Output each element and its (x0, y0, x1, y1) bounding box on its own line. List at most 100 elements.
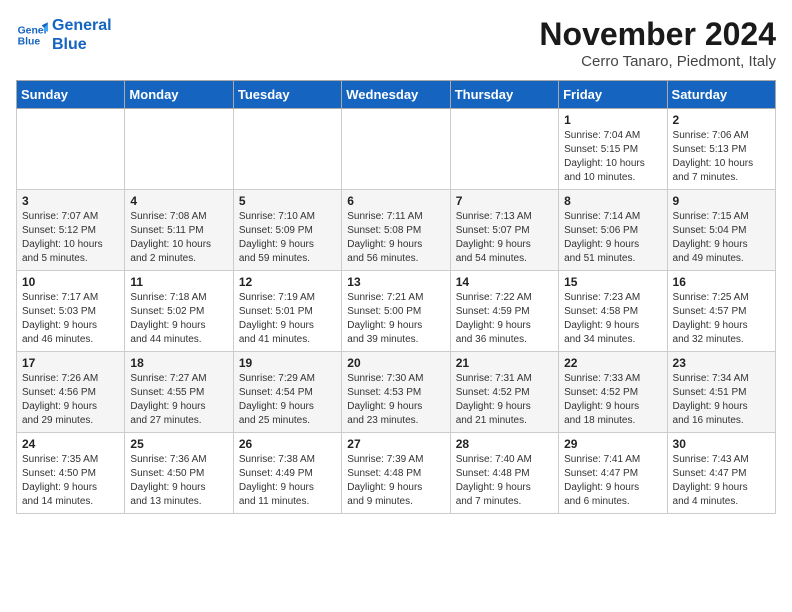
day-detail: Sunrise: 7:11 AM Sunset: 5:08 PM Dayligh… (347, 210, 444, 266)
day-detail: Sunrise: 7:40 AM Sunset: 4:48 PM Dayligh… (456, 453, 553, 509)
day-number: 21 (456, 356, 553, 370)
calendar-cell: 22 Sunrise: 7:33 AM Sunset: 4:52 PM Dayli… (559, 352, 667, 433)
week-row-2: 3 Sunrise: 7:07 AM Sunset: 5:12 PM Daylig… (17, 190, 776, 271)
day-number: 18 (130, 356, 227, 370)
day-number: 17 (22, 356, 119, 370)
calendar-cell: 9Sunrise: 7:15 AM Sunset: 5:04 PM Daylig… (667, 190, 775, 271)
day-detail: Sunrise: 7:34 AM Sunset: 4:51 PM Dayligh… (673, 372, 770, 428)
day-number: 22 (564, 356, 661, 370)
weekday-header-thursday: Thursday (450, 81, 558, 109)
week-row-3: 10 Sunrise: 7:17 AM Sunset: 5:03 PM Dayli… (17, 271, 776, 352)
day-detail: Sunrise: 7:19 AM Sunset: 5:01 PM Dayligh… (239, 291, 336, 347)
calendar-cell (450, 109, 558, 190)
calendar-subtitle: Cerro Tanaro, Piedmont, Italy (539, 53, 776, 70)
calendar-cell: 16 Sunrise: 7:25 AM Sunset: 4:57 PM Dayli… (667, 271, 775, 352)
day-detail: Sunrise: 7:10 AM Sunset: 5:09 PM Dayligh… (239, 210, 336, 266)
day-detail: Sunrise: 7:41 AM Sunset: 4:47 PM Dayligh… (564, 453, 661, 509)
day-detail: Sunrise: 7:14 AM Sunset: 5:06 PM Dayligh… (564, 210, 661, 266)
calendar-cell: 11Sunrise: 7:18 AM Sunset: 5:02 PM Dayli… (125, 271, 233, 352)
day-number: 27 (347, 437, 444, 451)
calendar-cell: 1 Sunrise: 7:04 AM Sunset: 5:15 PM Daylig… (559, 109, 667, 190)
day-detail: Sunrise: 7:04 AM Sunset: 5:15 PM Dayligh… (564, 129, 661, 185)
day-detail: Sunrise: 7:08 AM Sunset: 5:11 PM Dayligh… (130, 210, 227, 266)
calendar-cell: 17Sunrise: 7:26 AM Sunset: 4:56 PM Dayli… (17, 352, 125, 433)
weekday-header-row: SundayMondayTuesdayWednesdayThursdayFrid… (17, 81, 776, 109)
day-detail: Sunrise: 7:31 AM Sunset: 4:52 PM Dayligh… (456, 372, 553, 428)
calendar-cell: 23Sunrise: 7:34 AM Sunset: 4:51 PM Dayli… (667, 352, 775, 433)
day-detail: Sunrise: 7:29 AM Sunset: 4:54 PM Dayligh… (239, 372, 336, 428)
day-number: 5 (239, 194, 336, 208)
day-detail: Sunrise: 7:39 AM Sunset: 4:48 PM Dayligh… (347, 453, 444, 509)
day-number: 29 (564, 437, 661, 451)
calendar-cell: 5 Sunrise: 7:10 AM Sunset: 5:09 PM Daylig… (233, 190, 341, 271)
calendar-cell: 15Sunrise: 7:23 AM Sunset: 4:58 PM Dayli… (559, 271, 667, 352)
calendar-cell: 14 Sunrise: 7:22 AM Sunset: 4:59 PM Dayli… (450, 271, 558, 352)
calendar-cell: 24Sunrise: 7:35 AM Sunset: 4:50 PM Dayli… (17, 433, 125, 514)
svg-text:Blue: Blue (18, 37, 41, 48)
weekday-header-monday: Monday (125, 81, 233, 109)
logo: General Blue General Blue (16, 16, 112, 54)
day-number: 6 (347, 194, 444, 208)
header: General Blue General Blue November 2024 … (16, 16, 776, 70)
day-number: 28 (456, 437, 553, 451)
day-detail: Sunrise: 7:07 AM Sunset: 5:12 PM Dayligh… (22, 210, 119, 266)
calendar-cell: 19 Sunrise: 7:29 AM Sunset: 4:54 PM Dayli… (233, 352, 341, 433)
logo-line2: Blue (52, 35, 112, 54)
calendar-cell (342, 109, 450, 190)
day-number: 4 (130, 194, 227, 208)
calendar-cell: 25 Sunrise: 7:36 AM Sunset: 4:50 PM Dayli… (125, 433, 233, 514)
day-detail: Sunrise: 7:13 AM Sunset: 5:07 PM Dayligh… (456, 210, 553, 266)
day-detail: Sunrise: 7:36 AM Sunset: 4:50 PM Dayligh… (130, 453, 227, 509)
weekday-header-sunday: Sunday (17, 81, 125, 109)
day-number: 30 (673, 437, 770, 451)
calendar-cell: 12Sunrise: 7:19 AM Sunset: 5:01 PM Dayli… (233, 271, 341, 352)
weekday-header-tuesday: Tuesday (233, 81, 341, 109)
day-number: 10 (22, 275, 119, 289)
calendar-cell: 8 Sunrise: 7:14 AM Sunset: 5:06 PM Daylig… (559, 190, 667, 271)
day-number: 13 (347, 275, 444, 289)
calendar-cell: 2Sunrise: 7:06 AM Sunset: 5:13 PM Daylig… (667, 109, 775, 190)
day-number: 19 (239, 356, 336, 370)
calendar-cell: 10 Sunrise: 7:17 AM Sunset: 5:03 PM Dayli… (17, 271, 125, 352)
calendar-cell: 26Sunrise: 7:38 AM Sunset: 4:49 PM Dayli… (233, 433, 341, 514)
week-row-5: 24Sunrise: 7:35 AM Sunset: 4:50 PM Dayli… (17, 433, 776, 514)
day-detail: Sunrise: 7:25 AM Sunset: 4:57 PM Dayligh… (673, 291, 770, 347)
day-number: 1 (564, 113, 661, 127)
day-detail: Sunrise: 7:17 AM Sunset: 5:03 PM Dayligh… (22, 291, 119, 347)
day-number: 3 (22, 194, 119, 208)
calendar-cell (17, 109, 125, 190)
day-number: 7 (456, 194, 553, 208)
calendar-cell: 3 Sunrise: 7:07 AM Sunset: 5:12 PM Daylig… (17, 190, 125, 271)
weekday-header-wednesday: Wednesday (342, 81, 450, 109)
logo-icon: General Blue (16, 19, 48, 51)
calendar-cell: 30 Sunrise: 7:43 AM Sunset: 4:47 PM Dayli… (667, 433, 775, 514)
day-detail: Sunrise: 7:30 AM Sunset: 4:53 PM Dayligh… (347, 372, 444, 428)
day-number: 16 (673, 275, 770, 289)
day-detail: Sunrise: 7:33 AM Sunset: 4:52 PM Dayligh… (564, 372, 661, 428)
week-row-4: 17Sunrise: 7:26 AM Sunset: 4:56 PM Dayli… (17, 352, 776, 433)
calendar-cell (125, 109, 233, 190)
title-area: November 2024 Cerro Tanaro, Piedmont, It… (539, 16, 776, 70)
day-number: 8 (564, 194, 661, 208)
calendar-cell: 13 Sunrise: 7:21 AM Sunset: 5:00 PM Dayli… (342, 271, 450, 352)
day-detail: Sunrise: 7:35 AM Sunset: 4:50 PM Dayligh… (22, 453, 119, 509)
day-number: 25 (130, 437, 227, 451)
calendar-cell: 29 Sunrise: 7:41 AM Sunset: 4:47 PM Dayli… (559, 433, 667, 514)
calendar-cell: 21 Sunrise: 7:31 AM Sunset: 4:52 PM Dayli… (450, 352, 558, 433)
day-detail: Sunrise: 7:22 AM Sunset: 4:59 PM Dayligh… (456, 291, 553, 347)
day-detail: Sunrise: 7:38 AM Sunset: 4:49 PM Dayligh… (239, 453, 336, 509)
logo-line1: General (52, 16, 112, 35)
day-number: 11 (130, 275, 227, 289)
day-number: 2 (673, 113, 770, 127)
day-detail: Sunrise: 7:21 AM Sunset: 5:00 PM Dayligh… (347, 291, 444, 347)
calendar-cell: 20Sunrise: 7:30 AM Sunset: 4:53 PM Dayli… (342, 352, 450, 433)
calendar-cell: 4 Sunrise: 7:08 AM Sunset: 5:11 PM Daylig… (125, 190, 233, 271)
calendar-cell (233, 109, 341, 190)
day-detail: Sunrise: 7:43 AM Sunset: 4:47 PM Dayligh… (673, 453, 770, 509)
calendar-cell: 28 Sunrise: 7:40 AM Sunset: 4:48 PM Dayli… (450, 433, 558, 514)
week-row-1: 1 Sunrise: 7:04 AM Sunset: 5:15 PM Daylig… (17, 109, 776, 190)
day-number: 15 (564, 275, 661, 289)
day-number: 9 (673, 194, 770, 208)
weekday-header-friday: Friday (559, 81, 667, 109)
day-number: 14 (456, 275, 553, 289)
